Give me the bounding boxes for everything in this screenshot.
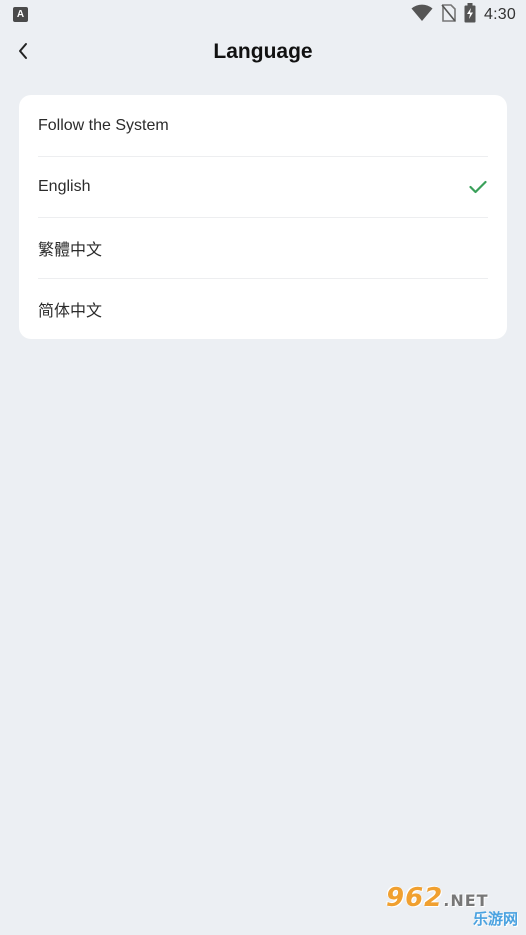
language-label: 繁體中文 [38,239,103,259]
check-icon [468,177,488,197]
language-list: Follow the System English 繁體中文 简体中文 [19,95,507,339]
watermark-logo: 962.NET 乐游网 [386,883,518,929]
status-time: 4:30 [484,6,516,23]
language-option-traditional-chinese[interactable]: 繁體中文 [19,217,507,278]
language-label: 简体中文 [38,300,103,320]
status-bar: A 4:30 [0,0,526,30]
watermark-site-name: 乐游网 [472,910,518,928]
language-option-english[interactable]: English [19,156,507,217]
notification-app-icon: A [13,7,28,22]
page-title: Language [213,40,313,63]
no-sim-icon [441,3,456,27]
wifi-icon [411,4,433,27]
language-label: English [38,177,91,195]
battery-charging-icon [464,2,476,28]
header: Language [0,30,526,76]
status-icons: 4:30 [411,2,516,28]
language-label: Follow the System [38,116,169,134]
language-option-simplified-chinese[interactable]: 简体中文 [19,278,507,339]
language-option-follow-system[interactable]: Follow the System [19,95,507,156]
